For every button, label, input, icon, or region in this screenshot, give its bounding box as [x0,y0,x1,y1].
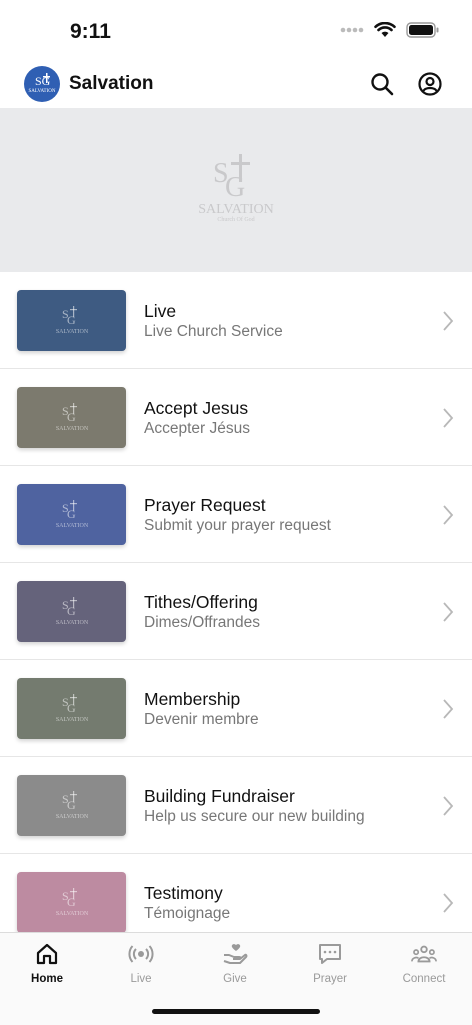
battery-icon [406,22,439,38]
item-title: Membership [144,689,241,709]
thumbnail: S G SALVATION [17,290,126,351]
chat-icon [317,941,343,967]
chevron-right-icon [443,796,454,816]
svg-text:SALVATION: SALVATION [55,523,88,529]
menu-item-membership[interactable]: S G SALVATION Membership Devenir membre [0,660,472,757]
tab-prayer[interactable]: Prayer [283,933,377,995]
tab-label: Connect [402,973,446,985]
chevron-right-icon [443,505,454,525]
app-logo[interactable]: SG SALVATION [24,66,60,102]
svg-text:SALVATION: SALVATION [55,911,88,917]
chevron-right-icon [443,893,454,913]
thumbnail: S G SALVATION [17,387,126,448]
svg-text:G: G [67,798,76,812]
svg-text:G: G [67,507,76,521]
svg-text:SALVATION: SALVATION [55,426,88,432]
account-icon [418,72,442,96]
menu-item-live[interactable]: S G SALVATION Live Live Church Service [0,272,472,369]
search-icon [371,73,394,96]
thumbnail: S G SALVATION [17,775,126,836]
item-title: Testimony [144,883,223,903]
thumbnail: S G SALVATION [17,581,126,642]
thumbnail: S G SALVATION [17,678,126,739]
item-title: Building Fundraiser [144,786,295,806]
thumb-logo: SGSALVATION [55,499,88,529]
tab-home[interactable]: Home [0,933,94,995]
app-title: Salvation [69,73,154,94]
menu-item-testimony[interactable]: S G SALVATION Testimony Témoignage [0,854,472,932]
wifi-icon [374,22,396,37]
svg-text:SALVATION: SALVATION [55,717,88,723]
svg-text:SALVATION: SALVATION [55,814,88,820]
people-icon [411,941,437,967]
status-icons [340,22,440,38]
svg-text:SALVATION: SALVATION [198,202,273,217]
tab-connect[interactable]: Connect [377,933,471,995]
item-title: Live [144,301,177,321]
chevron-right-icon [443,602,454,622]
svg-text:SALVATION: SALVATION [55,329,88,335]
status-time: 9:11 [70,20,111,43]
svg-text:SALVATION: SALVATION [55,620,88,626]
item-title: Accept Jesus [144,398,249,418]
svg-text:G: G [67,410,76,424]
tab-label: Prayer [313,973,347,985]
tab-label: Home [31,973,63,985]
church-logo: S G SALVATION Church Of God [198,154,274,223]
church-logo-icon: SG SALVATION [29,73,56,94]
item-subtitle: Accepter Jésus [144,420,250,437]
tab-give[interactable]: Give [188,933,282,995]
item-title: Tithes/Offering [144,592,258,612]
tab-live[interactable]: Live [94,933,188,995]
item-title: Prayer Request [144,495,266,515]
chevron-right-icon [443,408,454,428]
svg-text:G: G [67,313,76,327]
item-subtitle: Témoignage [144,905,231,922]
tab-label: Give [223,973,247,985]
home-icon [34,941,60,967]
home-indicator [152,1009,320,1014]
thumb-logo: SGSALVATION [55,305,88,335]
app-header: SG SALVATION Salvation [0,60,472,108]
svg-text:G: G [67,895,76,909]
svg-text:SALVATION: SALVATION [29,89,56,94]
status-bar: 9:11 [0,0,472,60]
item-subtitle: Live Church Service [144,323,283,340]
menu-list: S G SALVATION Live Live Church Service SGS… [0,272,472,932]
tab-label: Live [130,973,152,985]
give-icon [222,941,248,967]
item-subtitle: Submit your prayer request [144,517,331,534]
thumb-logo: SGSALVATION [55,790,88,820]
svg-text:G: G [67,701,76,715]
hero-banner: S G SALVATION Church Of God [0,108,472,272]
item-subtitle: Devenir membre [144,711,259,728]
chevron-right-icon [443,699,454,719]
chevron-right-icon [443,311,454,331]
svg-text:G: G [225,172,245,203]
search-button[interactable] [368,70,396,98]
thumb-logo: SGSALVATION [55,693,88,723]
item-subtitle: Help us secure our new building [144,808,365,825]
thumbnail: S G SALVATION [17,484,126,545]
item-subtitle: Dimes/Offrandes [144,614,261,631]
menu-item-accept-jesus[interactable]: S G SALVATION Accept Jesus Accepter Jésus [0,369,472,466]
thumbnail: S G SALVATION [17,872,126,932]
menu-item-tithes-offering[interactable]: S G SALVATION Tithes/Offering Dimes/Offran… [0,563,472,660]
account-button[interactable] [416,70,444,98]
thumb-logo: SGSALVATION [55,596,88,626]
menu-item-building-fundraiser[interactable]: S G SALVATION Building Fundraiser Help us … [0,757,472,854]
broadcast-icon [128,941,154,967]
thumb-logo: SGSALVATION [55,887,88,917]
thumb-logo: SGSALVATION [55,402,88,432]
signal-icon [340,27,364,33]
svg-text:G: G [67,604,76,618]
menu-item-prayer-request[interactable]: S G SALVATION Prayer Request Submit your p… [0,466,472,563]
svg-text:Church Of God: Church Of God [217,216,254,223]
